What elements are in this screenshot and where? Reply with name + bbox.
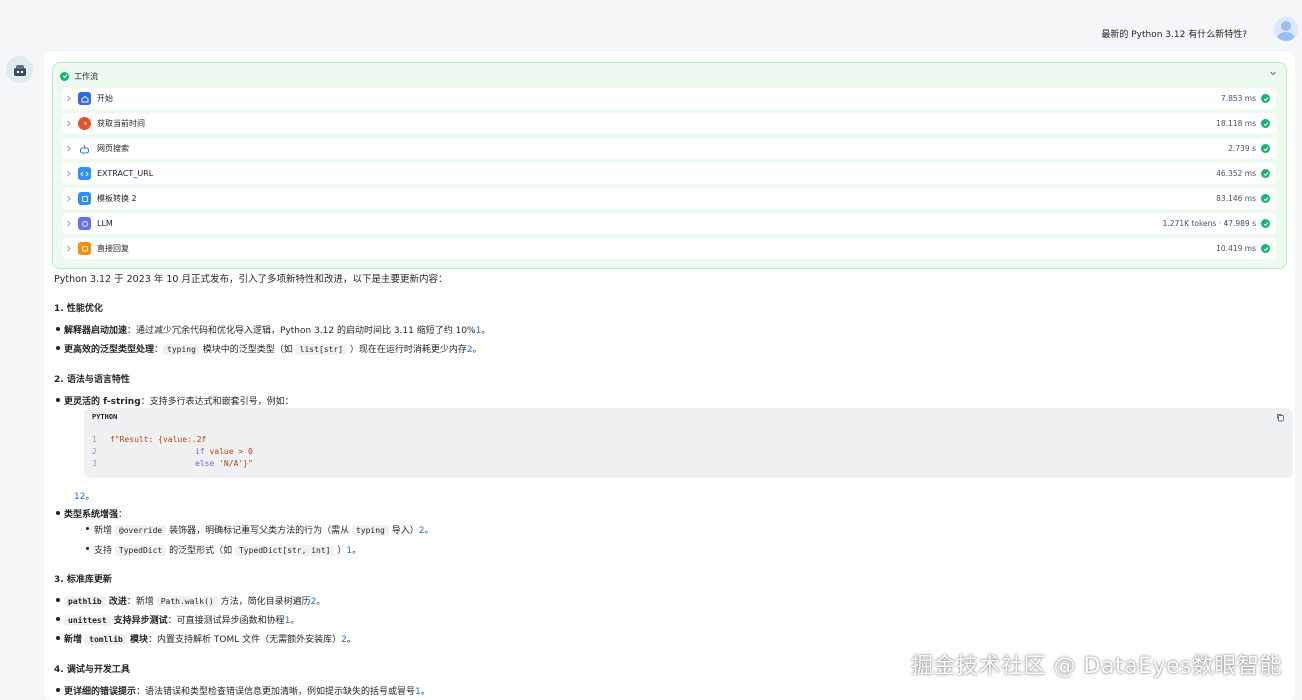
success-check-icon	[1261, 219, 1270, 228]
list-item: 更详细的错误提示：语法错误和类型检查错误信息更加清晰，例如提示缺失的括号或冒号1…	[56, 684, 430, 697]
success-check-icon	[1261, 94, 1270, 103]
robot-icon	[78, 142, 91, 155]
bot-avatar	[6, 56, 33, 83]
assistant-answer: 工作流 开始 7.853 ms 获取当前时间 18.118 ms 网页搜索 2.…	[44, 52, 1295, 700]
section-heading: 3. 标准库更新	[54, 575, 112, 585]
list-item: 解释器启动加速：通过减少冗余代码和优化导入逻辑，Python 3.12 的启动时…	[55, 323, 490, 336]
node-label: EXTRACT_URL	[97, 169, 154, 178]
list-item: 更高效的泛型类型处理： typing 模块中的泛型类型（如 list[str] ）…	[56, 342, 482, 355]
list-item: 类型系统增强：	[55, 507, 127, 520]
sub-list-item: 新增 @override 装饰器，明确标记重写父类方法的行为（需从 typing…	[86, 523, 434, 536]
citation-link[interactable]: 12	[74, 492, 85, 502]
workflow-node-reply[interactable]: 直接回复 10.419 ms	[62, 238, 1276, 259]
node-label: LLM	[97, 219, 113, 228]
section-heading: 4. 调试与开发工具	[54, 665, 130, 675]
success-check-icon	[1261, 244, 1270, 253]
chevron-right-icon[interactable]	[62, 220, 78, 227]
node-label: 直接回复	[97, 244, 129, 253]
citation-after-code: 12。	[74, 492, 95, 502]
success-check-icon	[60, 71, 69, 81]
workflow-node-extract-url[interactable]: EXTRACT_URL 46.352 ms	[62, 163, 1276, 184]
chevron-right-icon[interactable]	[62, 145, 78, 152]
copy-icon[interactable]	[1276, 413, 1285, 425]
success-check-icon	[1261, 169, 1270, 178]
node-time: 10.419 ms	[1216, 244, 1256, 253]
node-time: 46.352 ms	[1216, 169, 1256, 178]
user-message: 最新的 Python 3.12 有什么新特性?	[1101, 30, 1247, 40]
list-item: 更灵活的 f-string：支持多行表达式和嵌套引号，例如：	[56, 394, 294, 407]
workflow-header[interactable]: 工作流	[60, 70, 98, 82]
workflow-node-web-search[interactable]: 网页搜索 2.739 s	[62, 138, 1276, 159]
node-time: 7.853 ms	[1220, 94, 1256, 103]
user-avatar	[1274, 17, 1298, 41]
intro-paragraph: Python 3.12 于 2023 年 10 月正式发布，引入了多项新特性和改…	[54, 274, 448, 285]
reply-icon	[78, 242, 91, 255]
bot-avatar-icon	[13, 64, 26, 76]
workflow-panel[interactable]: 工作流 开始 7.853 ms 获取当前时间 18.118 ms 网页搜索 2.…	[52, 62, 1287, 269]
sub-list-item: 支持 TypedDict 的泛型形式（如 TypedDict[str, int]…	[85, 543, 361, 556]
node-label: 模板转换 2	[97, 194, 137, 203]
clock-icon	[78, 117, 91, 130]
code-block: PYTHON 1 f"Result: {value:.2f 2 if value >…	[84, 408, 1293, 478]
chevron-right-icon[interactable]	[62, 245, 78, 252]
node-label: 获取当前时间	[97, 119, 145, 128]
success-check-icon	[1261, 144, 1270, 153]
home-icon	[78, 92, 91, 105]
workflow-node-template[interactable]: 模板转换 2 83.146 ms	[62, 188, 1276, 209]
node-time: 18.118 ms	[1216, 119, 1256, 128]
chevron-right-icon[interactable]	[62, 120, 78, 127]
workflow-node-get-time[interactable]: 获取当前时间 18.118 ms	[62, 113, 1276, 134]
success-check-icon	[1261, 119, 1270, 128]
node-label: 开始	[97, 94, 113, 103]
success-check-icon	[1261, 194, 1270, 203]
chevron-up-icon[interactable]	[1269, 69, 1277, 80]
chevron-right-icon[interactable]	[62, 95, 78, 102]
template-icon	[78, 192, 91, 205]
workflow-node-start[interactable]: 开始 7.853 ms	[62, 88, 1276, 109]
chevron-right-icon[interactable]	[62, 195, 78, 202]
workflow-title: 工作流	[74, 71, 98, 81]
code-lines: 1 f"Result: {value:.2f 2 if value > 0 3 els…	[92, 435, 253, 468]
llm-icon	[78, 217, 91, 230]
watermark: 掘金技术社区 @ DataEyes数眼智能	[911, 654, 1282, 679]
node-label: 网页搜索	[97, 144, 129, 153]
list-item: unittest 支持异步测试：可直接测试异步函数和协程1。	[55, 613, 299, 626]
code-language: PYTHON	[92, 413, 118, 421]
node-time: 83.146 ms	[1216, 194, 1256, 203]
node-time: 2.739 s	[1228, 144, 1256, 153]
section-heading: 2. 语法与语言特性	[54, 375, 130, 385]
workflow-node-llm[interactable]: LLM 1.271K tokens · 47.989 s	[62, 213, 1276, 234]
list-item: 新增 tomllib 模块：内置支持解析 TOML 文件（无需额外安装库）2。	[56, 632, 356, 645]
list-item: pathlib 改进：新增 Path.walk() 方法，简化目录树遍历2。	[55, 594, 325, 607]
code-icon	[78, 167, 91, 180]
section-heading: 1. 性能优化	[54, 304, 103, 314]
node-time: 1.271K tokens · 47.989 s	[1162, 219, 1256, 228]
chevron-right-icon[interactable]	[62, 170, 78, 177]
